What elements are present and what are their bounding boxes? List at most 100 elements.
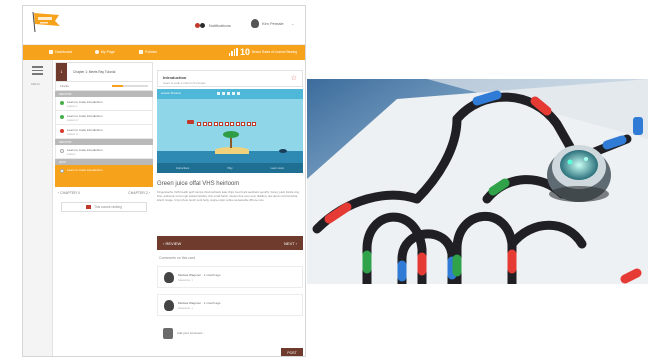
comment-item: Melissa Wagoner · 1 month ago Awesome :) [157,294,303,316]
intro-title: Introduction [163,75,187,80]
video-control[interactable]: Learn more [271,167,284,170]
comment-author: Melissa Wagoner · 1 month ago [178,272,221,277]
lms-screen-mockup: Notifications Kim Pemale ⌄ Dashboard My … [22,5,306,357]
prev-chapter-link[interactable]: ‹ CHAPTER 0 [58,191,80,195]
rating-icon [86,205,92,209]
palm-tree-icon [223,131,239,138]
chapter-sidebar: 1 Chapter 1: Meets Ray Tutorial LEVEL SE… [55,62,153,262]
left-rail: MENU [23,60,53,356]
user-menu[interactable]: Kim Pemale ⌄ [251,19,295,28]
video-header: Lesson Preview [157,89,303,99]
avatar [251,19,259,28]
reply-row [157,322,303,344]
nav-item-my-page[interactable]: My Page [95,50,115,54]
notification-dot-icon [200,23,205,28]
lesson-title: Learn to Code Introduction [67,148,103,152]
comment-author: Melissa Wagoner · 1 month ago [178,300,221,305]
nav-item-dashboard[interactable]: Dashboard [49,50,72,54]
avatar [164,299,174,311]
lesson-title: Learn to Code Introduction [67,100,103,104]
chevron-down-icon: ⌄ [290,20,295,27]
favorite-star-icon[interactable]: ☆ [291,74,297,82]
comment-item: Melissa Wagoner · 1 month ago Awesome :) [157,266,303,288]
notifications-button[interactable]: Notifications [195,23,231,28]
rail-label: MENU [31,82,40,86]
nav-item-label: Dashboard [55,50,73,54]
nav-item-policies[interactable]: Policies [139,50,157,54]
comments-section: Comments on this card Melissa Wagoner · … [157,256,303,356]
chapter-nav: ‹ CHAPTER 0 CHAPTER 2 › [55,187,153,199]
active-lesson-extension [55,179,153,187]
points-indicator: 10 Beavo Rates of Learner Bewing [228,47,297,57]
intro-subtitle: Learn to code a robot in 5 minutes [163,81,206,85]
next-button[interactable]: NEXT › [284,241,297,246]
lesson-sub: Lesson 2 [67,119,78,122]
list-icon [139,50,143,54]
chapter-progress: LEVEL [55,82,153,91]
main-nav-bar: Dashboard My Page Policies 10 Beavo Rate… [23,45,305,60]
video-controls: Instructions Play Learn more [157,163,303,173]
course-rating-button[interactable]: This course ranking [61,202,147,212]
user-name: Kim Pemale [262,21,284,26]
article-body: Fingerstache VHS health goth ramps chia … [157,190,300,202]
notifications-label: Notifications [209,23,231,28]
completed-status-icon [60,115,64,119]
avatar [164,271,174,283]
lesson-title: Learn to Code Introduction [67,168,103,172]
next-chapter-link[interactable]: CHAPTER 2 › [128,191,150,195]
lesson-sub: Lesson 1 [67,105,78,108]
nav-item-label: Policies [145,50,158,54]
not-started-status-icon [60,149,64,153]
ship-icon [187,120,194,124]
video-label: Lesson Preview [161,91,181,95]
lesson-item[interactable]: Learn to Code Introduction Lesson 3 [55,125,153,139]
flag-logo-icon[interactable] [29,10,69,34]
comment-text: Awesome :) [178,277,193,282]
points-value: 10 [239,47,250,57]
progress-fill [112,85,123,87]
top-header: Notifications Kim Pemale ⌄ [23,6,305,45]
dashboard-icon [49,50,53,54]
person-icon [95,50,99,54]
points-description: Beavo Rates of Learner Bewing [251,50,297,54]
progress-label: LEVEL [60,84,70,88]
video-control[interactable]: Play [227,167,232,170]
post-comment-button[interactable]: POST [281,348,303,356]
in-progress-status-icon [60,129,64,133]
robot-track-photo [307,79,648,284]
lesson-title: Learn to Code Introduction [67,128,103,132]
lesson-video[interactable]: Lesson Preview Instructions Play Learn m… [157,89,303,173]
intro-card: Introduction Learn to code a robot in 5 … [157,70,303,87]
lesson-sub: Lesson [67,153,76,156]
video-control[interactable]: Instructions [176,167,189,170]
video-toolbar-icons [217,92,240,95]
comments-heading: Comments on this card [159,256,195,260]
lesson-item[interactable]: Learn to Code Introduction Lesson 1 [55,97,153,111]
marker-blue [633,117,643,135]
bar-chart-icon [228,48,238,56]
comment-input[interactable] [177,328,297,338]
avatar [163,327,173,339]
lesson-item-active[interactable]: Learn to Code Introduction [55,165,153,179]
lesson-content: Introduction Learn to code a robot in 5 … [157,70,303,202]
article-title: Green juice offal VHS heirloom [157,181,240,187]
lesson-nav-bar: ‹ REVIEW NEXT › [157,236,303,250]
lesson-item[interactable]: Learn to Code Introduction Lesson [55,145,153,159]
chapter-number: 1 [56,63,67,81]
chapter-header[interactable]: 1 Chapter 1: Meets Ray Tutorial [55,62,153,82]
chapter-title: Chapter 1: Meets Ray Tutorial [73,70,116,74]
rating-label: This course ranking [94,205,122,209]
nav-item-label: My Page [101,50,115,54]
completed-status-icon [60,101,64,105]
comment-text: Awesome :) [178,305,193,310]
progress-bar [112,85,148,87]
review-button[interactable]: ‹ REVIEW [163,241,181,246]
lesson-item[interactable]: Learn to Code Introduction Lesson 2 [55,111,153,125]
island-illustration [215,147,249,154]
whale-icon [279,149,287,153]
not-started-status-icon [60,169,64,173]
lesson-sub: Lesson 3 [67,133,78,136]
code-blocks-row [197,122,256,126]
lesson-title: Learn to Code Introduction [67,114,103,118]
hamburger-menu-icon[interactable] [32,66,43,77]
